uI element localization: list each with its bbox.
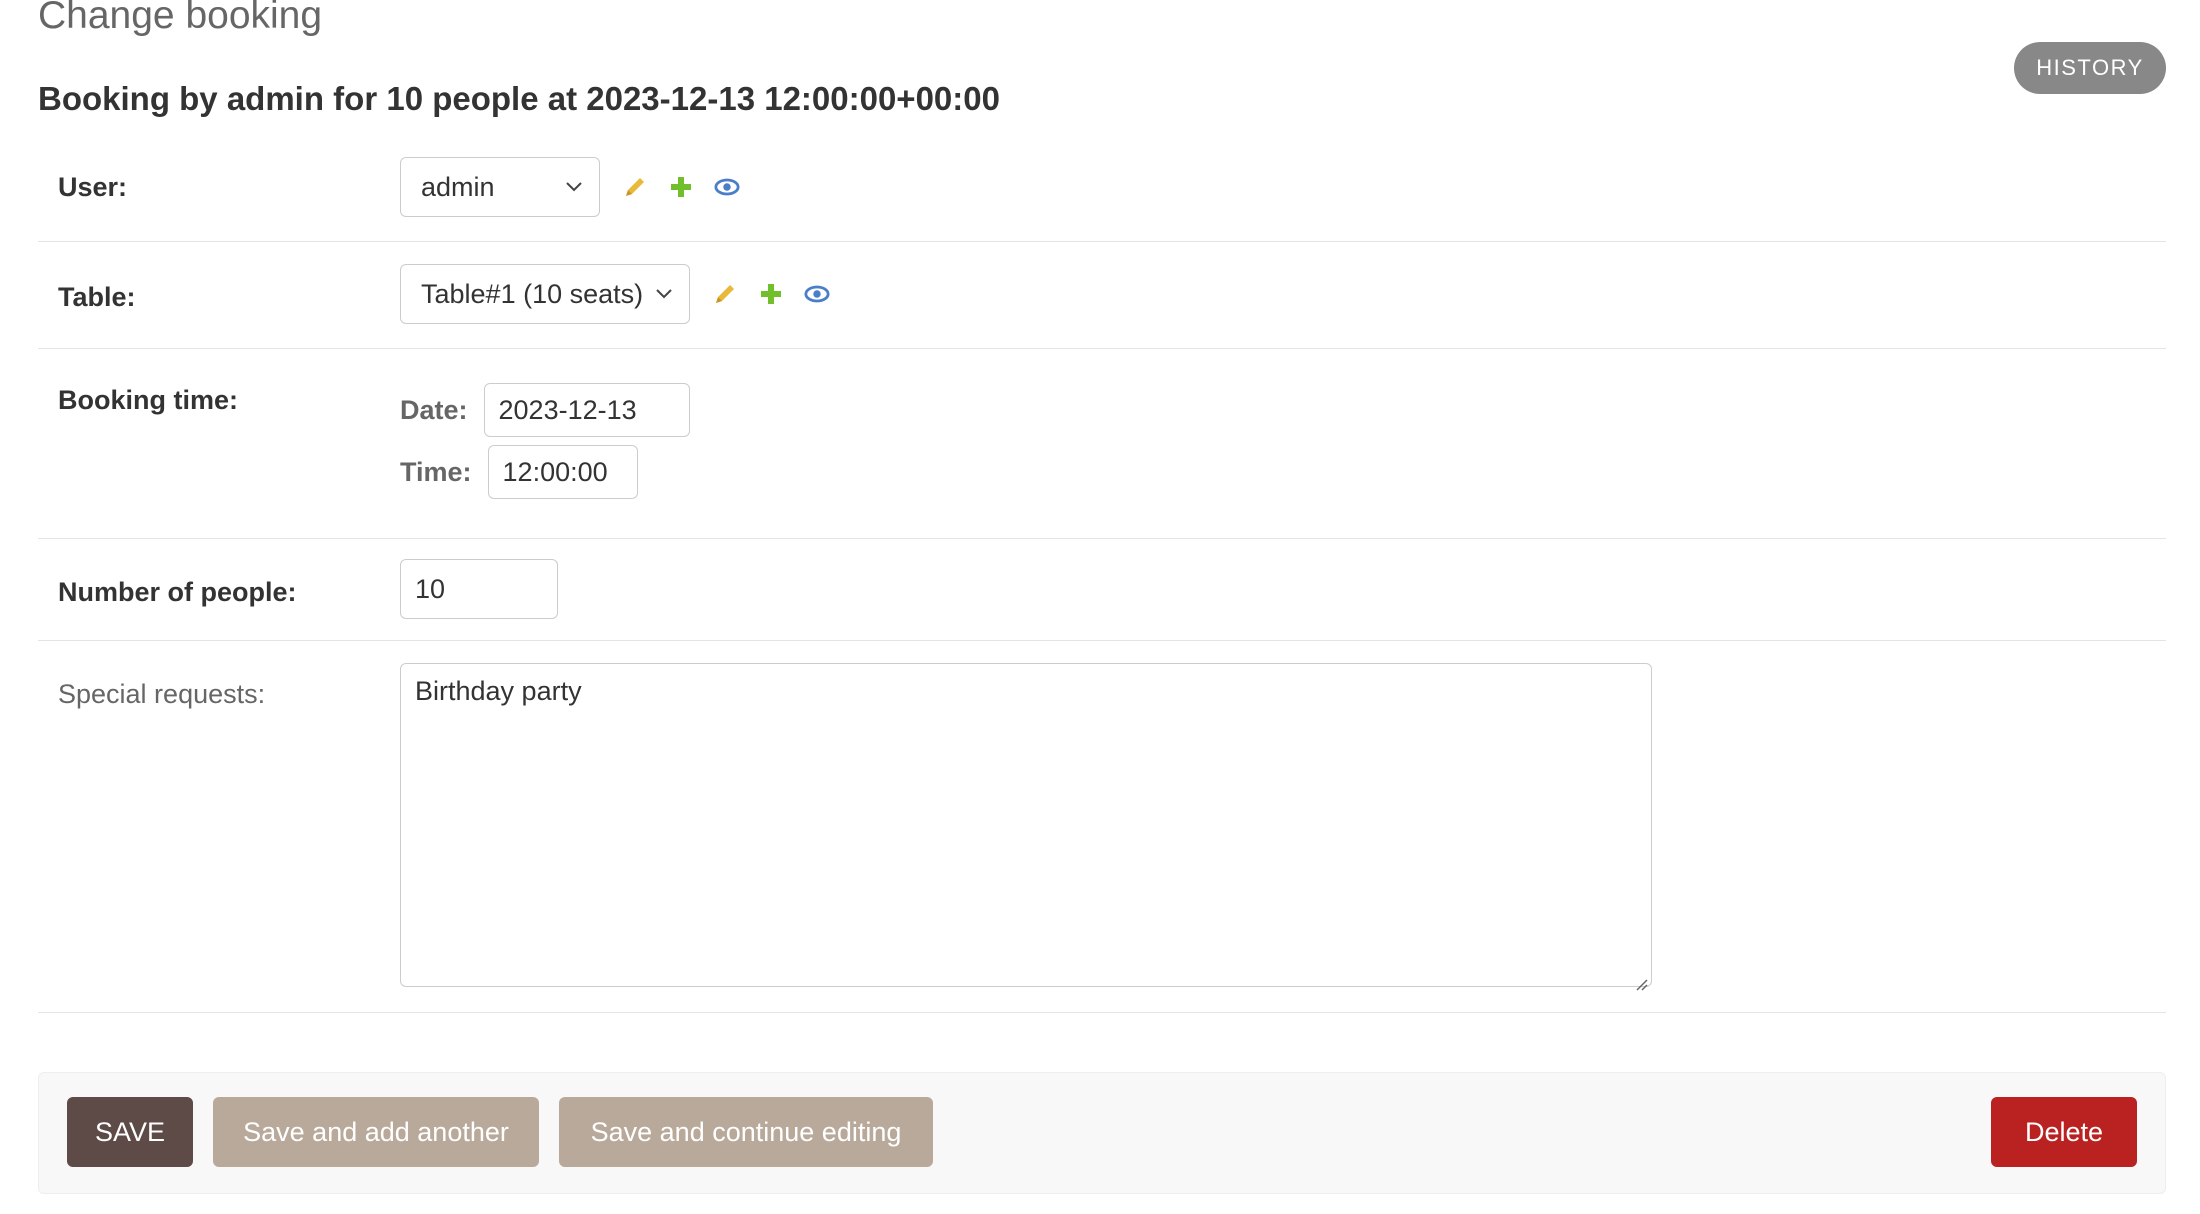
table-row: Table: Table#1 (10 seats) <box>38 242 2166 349</box>
save-and-add-another-button[interactable]: Save and add another <box>213 1097 539 1167</box>
date-field: Date: 2023-12-13 <box>400 383 690 437</box>
history-button[interactable]: HISTORY <box>2014 42 2166 94</box>
time-input[interactable]: 12:00:00 <box>487 445 638 499</box>
user-related-actions <box>622 174 740 200</box>
user-select-value: admin <box>421 171 495 202</box>
pencil-icon[interactable] <box>712 281 738 307</box>
people-row: Number of people: 10 <box>38 539 2166 641</box>
delete-button[interactable]: Delete <box>1991 1097 2137 1167</box>
special-requests-textarea[interactable]: Birthday party <box>400 663 1652 991</box>
people-input[interactable]: 10 <box>400 559 558 619</box>
change-booking-page: Change booking HISTORY Booking by admin … <box>0 0 2200 1214</box>
save-and-continue-button[interactable]: Save and continue editing <box>559 1097 933 1167</box>
eye-icon[interactable] <box>804 281 830 307</box>
pencil-icon[interactable] <box>622 174 648 200</box>
user-select[interactable]: admin <box>400 157 600 217</box>
save-button[interactable]: SAVE <box>67 1097 193 1167</box>
special-requests-label: Special requests: <box>58 679 266 709</box>
table-select[interactable]: Table#1 (10 seats) <box>400 264 690 324</box>
page-title: Change booking <box>38 0 323 37</box>
time-label: Time: <box>400 456 472 487</box>
booking-time-label: Booking time: <box>58 385 238 415</box>
submit-row: SAVE Save and add another Save and conti… <box>38 1072 2166 1194</box>
special-requests-row: Special requests: Birthday party <box>38 641 2166 1013</box>
resize-handle-icon[interactable] <box>1633 968 1649 991</box>
table-select-value: Table#1 (10 seats) <box>421 278 644 309</box>
time-field: Time: 12:00:00 <box>400 445 638 499</box>
people-field: 10 <box>400 559 558 619</box>
special-requests-field: Birthday party <box>400 663 1652 991</box>
table-label: Table: <box>58 282 136 312</box>
chevron-down-icon <box>563 176 585 198</box>
date-input[interactable]: 2023-12-13 <box>483 383 690 437</box>
date-label: Date: <box>400 394 468 425</box>
user-label: User: <box>58 172 128 202</box>
table-field: Table#1 (10 seats) <box>400 264 690 324</box>
people-label: Number of people: <box>58 577 297 607</box>
booking-form: User: admin Table: Table#1 (10 seats) Bo… <box>38 144 2166 1013</box>
plus-icon[interactable] <box>668 174 694 200</box>
table-related-actions <box>712 281 830 307</box>
user-row: User: admin <box>38 144 2166 242</box>
chevron-down-icon <box>653 283 675 305</box>
plus-icon[interactable] <box>758 281 784 307</box>
user-field: admin <box>400 157 600 217</box>
eye-icon[interactable] <box>714 174 740 200</box>
object-heading: Booking by admin for 10 people at 2023-1… <box>38 80 1000 117</box>
booking-time-row: Booking time: Date: 2023-12-13 Time: 12:… <box>38 349 2166 539</box>
special-requests-value: Birthday party <box>415 676 582 706</box>
